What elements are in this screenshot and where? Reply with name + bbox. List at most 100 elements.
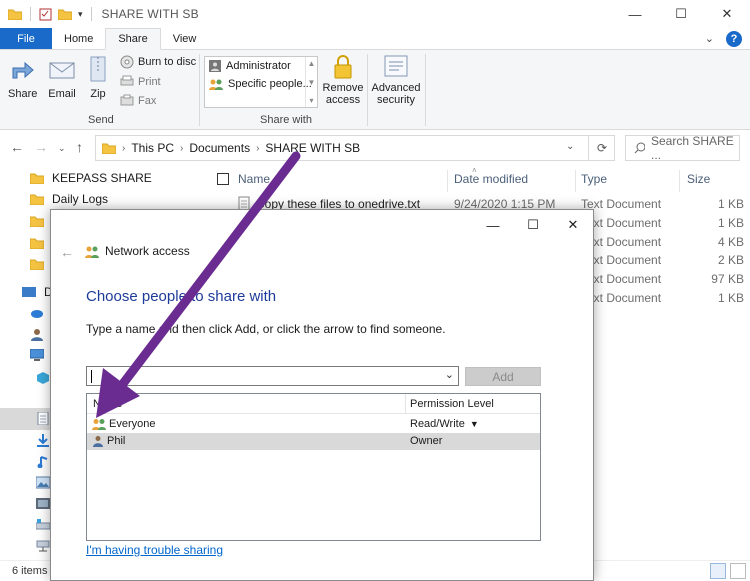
dialog-minimize-button[interactable]: — xyxy=(473,210,513,240)
advanced-security-button[interactable]: Advanced security xyxy=(372,54,420,106)
expand-ribbon-icon[interactable]: ⌄ xyxy=(705,32,714,45)
address-bar[interactable]: › This PC › Documents › SHARE WITH SB ⌄ xyxy=(95,135,615,161)
cloud-icon xyxy=(31,310,43,318)
tab-share[interactable]: Share xyxy=(105,28,161,50)
column-header-type[interactable]: Type xyxy=(581,172,607,186)
share-with-label: Specific people... xyxy=(228,78,312,90)
network-drive-icon[interactable] xyxy=(36,539,50,552)
column-header-size[interactable]: Size xyxy=(687,172,710,186)
trouble-sharing-link[interactable]: I'm having trouble sharing xyxy=(86,543,223,557)
details-view-button[interactable] xyxy=(710,563,726,579)
file-size: 4 KB xyxy=(717,235,744,249)
table-row[interactable]: Everyone Read/Write ▼ xyxy=(87,416,540,433)
search-box[interactable]: Search SHARE ... xyxy=(625,134,740,162)
zip-icon xyxy=(90,56,106,82)
nav-item-daily-logs[interactable]: Daily Logs xyxy=(28,192,108,206)
toolbar-separator xyxy=(90,7,92,21)
share-with-label: Administrator xyxy=(226,60,291,72)
file-size: 2 KB xyxy=(717,253,744,267)
dialog-instructions: Type a name and then click Add, or click… xyxy=(86,322,446,336)
fax-button[interactable]: Fax xyxy=(120,94,156,107)
user-name: Phil xyxy=(107,435,126,447)
drive-icon[interactable] xyxy=(36,518,50,531)
tab-home[interactable]: Home xyxy=(52,28,105,49)
name-input[interactable]: ⌄ xyxy=(86,366,459,386)
group-divider xyxy=(367,54,368,126)
refresh-button[interactable]: ⟳ xyxy=(588,135,615,161)
tab-file[interactable]: File xyxy=(0,28,52,49)
up-icon[interactable]: ↑ xyxy=(76,139,83,155)
share-with-scrollbar[interactable]: ▲ ▼ ▾ xyxy=(305,57,317,107)
share-with-item-administrator[interactable]: Administrator xyxy=(205,57,317,75)
forward-icon[interactable]: → xyxy=(34,139,48,155)
column-separator[interactable] xyxy=(679,170,680,192)
file-size: 97 KB xyxy=(711,272,744,286)
burn-to-disc-button[interactable]: Burn to disc xyxy=(120,55,196,69)
column-header-name[interactable]: Name xyxy=(238,172,270,186)
documents-icon xyxy=(37,412,49,425)
nav-item-label: Daily Logs xyxy=(52,192,109,206)
security-icon xyxy=(384,55,408,77)
select-all-checkbox[interactable] xyxy=(217,173,229,185)
text-caret xyxy=(91,370,92,383)
column-separator[interactable] xyxy=(447,170,448,192)
address-dropdown-icon[interactable]: ⌄ xyxy=(566,141,574,152)
dialog-close-button[interactable]: ✕ xyxy=(553,210,593,240)
back-arrow-icon[interactable]: ← xyxy=(60,244,74,260)
folder-icon xyxy=(30,194,44,205)
share-with-item-specific-people[interactable]: Specific people... xyxy=(205,75,317,93)
remove-access-button[interactable]: Remove access xyxy=(323,54,363,106)
share-with-list[interactable]: Administrator Specific people... ▲ ▼ ▾ xyxy=(204,56,318,108)
properties-icon[interactable] xyxy=(39,8,52,21)
minimize-button[interactable]: — xyxy=(612,0,658,28)
group-users-icon xyxy=(92,419,106,430)
column-separator[interactable] xyxy=(575,170,576,192)
column-header-name[interactable]: Name xyxy=(93,398,122,410)
quick-access-toolbar: ▾ xyxy=(0,7,94,21)
music-icon[interactable] xyxy=(36,455,50,468)
refresh-icon: ⟳ xyxy=(596,141,608,155)
permission-dropdown[interactable]: Read/Write ▼ xyxy=(410,418,479,430)
tab-view[interactable]: View xyxy=(161,28,209,49)
pictures-icon[interactable] xyxy=(36,476,50,489)
dialog-title-text: Network access xyxy=(105,244,190,258)
toolbar-separator xyxy=(30,7,31,21)
table-row[interactable]: Phil Owner xyxy=(87,433,540,450)
maximize-button[interactable]: ☐ xyxy=(658,0,704,28)
user-icon xyxy=(209,60,221,72)
column-header-date[interactable]: Date modified xyxy=(454,172,528,186)
print-button[interactable]: Print xyxy=(120,75,161,88)
email-button[interactable]: Email xyxy=(48,56,76,100)
dialog-maximize-button[interactable]: ☐ xyxy=(513,210,553,240)
close-button[interactable]: ✕ xyxy=(704,0,750,28)
find-people-dropdown-icon[interactable]: ⌄ xyxy=(445,368,454,381)
breadcrumb-current[interactable]: SHARE WITH SB xyxy=(265,141,360,155)
search-placeholder: Search SHARE ... xyxy=(651,134,734,162)
breadcrumb-chevron-icon: › xyxy=(180,142,184,154)
back-icon[interactable]: ← xyxy=(10,139,24,155)
breadcrumb-this-pc[interactable]: This PC xyxy=(131,141,174,155)
large-icons-view-button[interactable] xyxy=(730,563,746,579)
computer-icon xyxy=(30,349,44,361)
breadcrumb-documents[interactable]: Documents xyxy=(189,141,250,155)
item-count: 6 items xyxy=(12,565,48,577)
dropdown-arrow-icon: ▼ xyxy=(469,419,479,429)
column-separator[interactable] xyxy=(405,394,406,414)
title-bar: ▾ SHARE WITH SB — ☐ ✕ xyxy=(0,0,750,28)
zip-button[interactable]: Zip xyxy=(86,56,110,100)
3d-objects-icon[interactable] xyxy=(36,371,50,384)
help-icon[interactable]: ? xyxy=(726,30,742,47)
folder-icon xyxy=(30,216,44,227)
people-icon xyxy=(85,246,99,258)
table-header: Name Permission Level xyxy=(87,394,540,414)
share-button[interactable]: Share xyxy=(8,56,37,100)
add-button[interactable]: Add xyxy=(465,367,541,386)
column-header-permission[interactable]: Permission Level xyxy=(410,398,494,410)
recent-locations-icon[interactable]: ⌄ xyxy=(58,143,66,154)
dialog-title: Network access xyxy=(85,244,190,258)
new-folder-icon[interactable] xyxy=(58,8,72,20)
downloads-icon[interactable] xyxy=(36,434,50,447)
videos-icon[interactable] xyxy=(36,497,50,510)
customize-toolbar-icon[interactable]: ▾ xyxy=(78,9,83,20)
email-label: Email xyxy=(48,88,76,100)
